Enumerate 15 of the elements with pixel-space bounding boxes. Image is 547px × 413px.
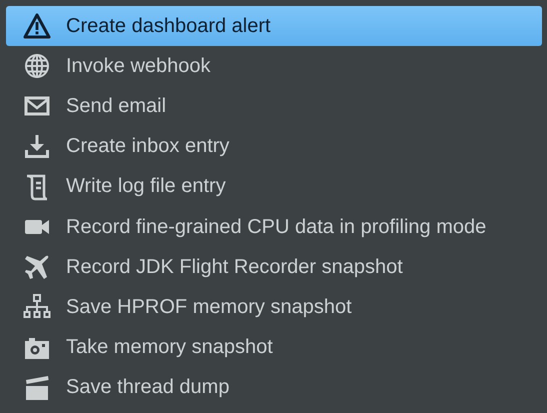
- menu-item[interactable]: Create inbox entry: [6, 126, 542, 167]
- warning-icon: [23, 12, 51, 40]
- menu-item[interactable]: Create dashboard alert: [6, 6, 542, 46]
- airplane-icon: [23, 253, 51, 282]
- menu-item[interactable]: Invoke webhook: [6, 46, 542, 86]
- clapperboard-icon: [23, 374, 51, 402]
- menu-item[interactable]: Record fine-grained CPU data in profiling mode: [6, 206, 542, 248]
- menu-item[interactable]: Save HPROF memory snapshot: [6, 287, 542, 328]
- globe-icon: [23, 52, 51, 80]
- menu-item[interactable]: Write log file entry: [6, 166, 542, 207]
- menu-item[interactable]: Record JDK Flight Recorder snapshot: [6, 247, 542, 288]
- menu-item[interactable]: Save thread dump: [6, 368, 542, 408]
- download-icon: [23, 132, 51, 161]
- menu-item[interactable]: Take memory snapshot: [6, 328, 542, 368]
- menu-item[interactable]: Send email: [6, 86, 542, 127]
